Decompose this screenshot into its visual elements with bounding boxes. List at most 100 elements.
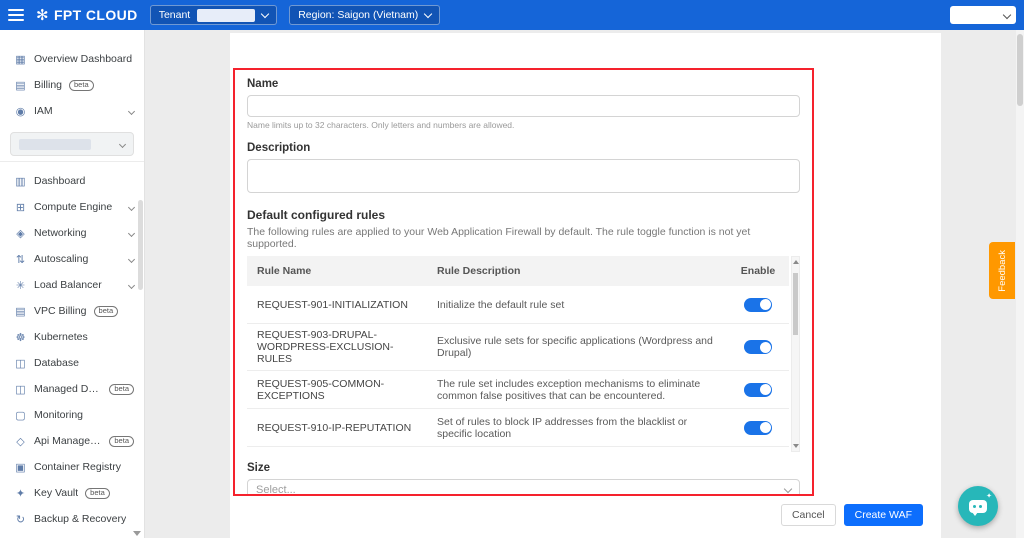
- sidebar-item-networking[interactable]: ◈Networking: [0, 220, 144, 246]
- region-select[interactable]: Region: Saigon (Vietnam): [289, 5, 440, 25]
- sidebar-item-label: Monitoring: [34, 409, 83, 421]
- sidebar-item-api-management[interactable]: ◇Api Managementbeta: [0, 428, 144, 454]
- sidebar-item-label: Compute Engine: [34, 201, 112, 213]
- compute-engine-icon: ⊞: [14, 201, 27, 214]
- overview-dashboard-icon: ▦: [14, 53, 27, 66]
- chevron-down-icon: [128, 107, 135, 114]
- sidebar-item-iam[interactable]: ◉ IAM: [0, 98, 144, 124]
- chevron-down-icon: [1003, 11, 1011, 19]
- rule-enable-toggle[interactable]: [744, 298, 772, 312]
- rule-description: The rule set includes exception mechanis…: [427, 378, 727, 402]
- feedback-label: Feedback: [997, 250, 1008, 292]
- rule-name: REQUEST-905-COMMON-EXCEPTIONS: [247, 378, 427, 402]
- rule-enable-cell: [727, 421, 789, 435]
- rules-subtitle: The following rules are applied to your …: [247, 226, 800, 250]
- description-input[interactable]: [247, 159, 800, 193]
- rules-table-scrollbar[interactable]: [791, 256, 800, 452]
- tenant-select[interactable]: Tenant: [150, 5, 278, 25]
- chevron-down-icon: [261, 9, 269, 17]
- cancel-button[interactable]: Cancel: [781, 504, 836, 526]
- chevron-down-icon: [128, 281, 135, 288]
- api-management-icon: ◇: [14, 435, 27, 448]
- rules-table-header: Rule Name Rule Description Enable: [247, 256, 789, 286]
- sidebar-nav-top: ▦Overview Dashboard▤Billingbeta ◉ IAM: [0, 30, 144, 124]
- name-label: Name: [247, 78, 800, 90]
- rule-enable-cell: [727, 383, 789, 397]
- sidebar-item-monitoring[interactable]: ▢ Monitoring: [0, 402, 144, 428]
- dashboard-icon: ▥: [14, 175, 27, 188]
- size-select-input[interactable]: [247, 479, 800, 496]
- name-input[interactable]: [247, 95, 800, 117]
- chat-support-button[interactable]: ✦: [958, 486, 998, 526]
- name-helper: Name limits up to 32 characters. Only le…: [247, 120, 800, 130]
- container-registry-icon: ▣: [14, 461, 27, 474]
- sidebar-item-kubernetes[interactable]: ☸Kubernetes: [0, 324, 144, 350]
- sidebar-item-label: IAM: [34, 105, 53, 117]
- sidebar-item-vpc-billing[interactable]: ▤ VPC Billing beta: [0, 298, 144, 324]
- rule-name: REQUEST-901-INITIALIZATION: [247, 299, 427, 311]
- rules-title: Default configured rules: [247, 208, 800, 222]
- sidebar-item-label: Dashboard: [34, 175, 85, 187]
- database-icon: ◫: [14, 357, 27, 370]
- iam-icon: ◉: [14, 105, 27, 118]
- scrollbar-thumb[interactable]: [1017, 34, 1023, 106]
- rule-enable-cell: [727, 298, 789, 312]
- sidebar-scroll-down-icon[interactable]: [133, 531, 141, 536]
- beta-badge: beta: [109, 384, 134, 395]
- rule-enable-toggle[interactable]: [744, 421, 772, 435]
- autoscaling-icon: ⇅: [14, 253, 27, 266]
- brand-logo: ✻ FPT CLOUD: [36, 6, 138, 24]
- chevron-down-icon: [128, 229, 135, 236]
- page-scrollbar[interactable]: [1016, 30, 1024, 538]
- rule-row: REQUEST-905-COMMON-EXCEPTIONSThe rule se…: [247, 371, 789, 409]
- rule-row: REQUEST-901-INITIALIZATIONInitialize the…: [247, 286, 789, 324]
- sidebar-item-dashboard[interactable]: ▥ Dashboard: [0, 168, 144, 194]
- sidebar-item-compute-engine[interactable]: ⊞ Compute Engine: [0, 194, 144, 220]
- sidebar-item-label: Kubernetes: [34, 331, 88, 343]
- sidebar-item-backup-recovery[interactable]: ↻Backup & Recovery: [0, 506, 144, 532]
- sidebar-item-label: Container Registry: [34, 461, 121, 473]
- chevron-down-icon: [424, 9, 432, 17]
- sidebar-item-overview-dashboard[interactable]: ▦Overview Dashboard: [0, 46, 144, 72]
- column-rule-name: Rule Name: [247, 265, 427, 277]
- chevron-down-icon: [128, 203, 135, 210]
- chevron-down-icon: [128, 255, 135, 262]
- sidebar-item-label: Database: [34, 357, 79, 369]
- size-select[interactable]: [247, 479, 800, 496]
- rule-name: REQUEST-910-IP-REPUTATION: [247, 422, 427, 434]
- account-select[interactable]: [950, 6, 1016, 24]
- rule-enable-toggle[interactable]: [744, 383, 772, 397]
- sidebar-item-container-registry[interactable]: ▣ Container Registry: [0, 454, 144, 480]
- sidebar-item-load-balancer[interactable]: ✳Load Balancer: [0, 272, 144, 298]
- sidebar-item-label: Load Balancer: [34, 279, 102, 291]
- monitoring-icon: ▢: [14, 409, 27, 422]
- rule-enable-cell: [727, 340, 789, 354]
- sidebar-item-billing[interactable]: ▤Billingbeta: [0, 72, 144, 98]
- beta-badge: beta: [94, 306, 119, 317]
- sidebar-item-managed-database[interactable]: ◫Managed Databasebeta: [0, 376, 144, 402]
- create-waf-button[interactable]: Create WAF: [844, 504, 923, 526]
- sidebar-item-label: Billing: [34, 79, 62, 91]
- rule-row: REQUEST-903-DRUPAL-WORDPRESS-EXCLUSION-R…: [247, 324, 789, 371]
- sidebar-item-label: Key Vault: [34, 487, 78, 499]
- menu-icon[interactable]: [8, 9, 24, 21]
- rule-name: REQUEST-903-DRUPAL-WORDPRESS-EXCLUSION-R…: [247, 329, 427, 365]
- scrollbar-thumb[interactable]: [793, 273, 798, 335]
- vpc-billing-icon: ▤: [14, 305, 27, 318]
- scroll-down-icon[interactable]: [793, 444, 799, 448]
- sidebar-item-database[interactable]: ◫ Database: [0, 350, 144, 376]
- feedback-tab[interactable]: Feedback: [989, 242, 1015, 299]
- sparkle-icon: ✦: [986, 492, 992, 500]
- rules-table-body: REQUEST-901-INITIALIZATIONInitialize the…: [247, 286, 789, 447]
- sidebar-item-key-vault[interactable]: ✦Key Vaultbeta: [0, 480, 144, 506]
- project-select[interactable]: [10, 132, 134, 156]
- rule-description: Initialize the default rule set: [427, 299, 727, 311]
- sidebar-item-autoscaling[interactable]: ⇅Autoscaling: [0, 246, 144, 272]
- sidebar-item-label: VPC Billing: [34, 305, 87, 317]
- rule-description: Set of rules to block IP addresses from …: [427, 416, 727, 440]
- project-select-value: [19, 139, 91, 150]
- rule-enable-toggle[interactable]: [744, 340, 772, 354]
- scroll-up-icon[interactable]: [793, 260, 799, 264]
- key-vault-icon: ✦: [14, 487, 27, 500]
- sidebar-scrollbar[interactable]: [138, 200, 143, 290]
